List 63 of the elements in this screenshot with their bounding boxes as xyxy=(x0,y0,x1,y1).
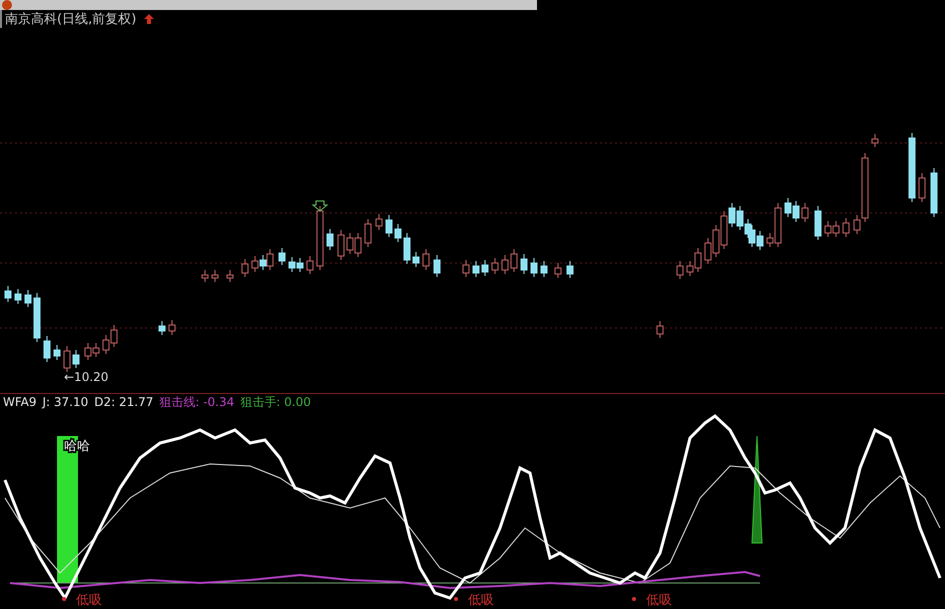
dot-icon xyxy=(62,597,66,601)
candlestick xyxy=(908,132,916,202)
candlestick xyxy=(376,214,382,230)
indicator-name: WFA9 xyxy=(3,395,37,409)
candlestick xyxy=(802,202,808,222)
candlestick xyxy=(226,270,234,282)
candlestick xyxy=(242,258,248,278)
indicator-reading: 狙击线: -0.34 xyxy=(159,394,234,410)
arrow-down-icon xyxy=(312,200,328,212)
indicator-reading: 狙击手: 0.00 xyxy=(240,394,311,410)
candlestick xyxy=(530,258,538,278)
candlestick xyxy=(510,248,518,272)
candlestick xyxy=(24,290,32,308)
candlestick xyxy=(520,254,528,274)
stock-title: 南京高科(日线,前复权) xyxy=(5,11,136,28)
candlestick xyxy=(34,292,40,342)
candlestick xyxy=(502,254,508,274)
candlestick xyxy=(306,256,314,274)
candlestick xyxy=(814,206,822,240)
indicator-reading: D2: 21.77 xyxy=(94,395,154,409)
indicator-reading: J: 37.10 xyxy=(42,395,88,409)
candlestick xyxy=(540,260,548,278)
candlestick xyxy=(14,288,22,304)
candlestick xyxy=(394,224,402,242)
candlestick xyxy=(566,260,574,278)
candlestick xyxy=(364,218,372,248)
candlestick xyxy=(44,336,50,362)
candlestick xyxy=(930,168,938,218)
candlestick xyxy=(212,270,218,282)
candlestick xyxy=(386,214,392,238)
candlestick xyxy=(656,320,664,338)
candlestick xyxy=(64,346,70,372)
candlestick xyxy=(462,260,470,278)
candlestick xyxy=(472,260,480,278)
candlestick xyxy=(4,286,12,302)
candlestick xyxy=(72,350,80,368)
candlestick xyxy=(434,254,440,278)
logo-icon xyxy=(2,0,12,10)
candlestick xyxy=(872,134,878,148)
buy-mark: 低吸 xyxy=(646,593,672,608)
candlestick xyxy=(54,344,60,360)
candlestick xyxy=(338,230,344,260)
candlestick xyxy=(842,218,850,238)
candlestick xyxy=(158,320,166,336)
candlestick xyxy=(918,172,926,202)
candlestick xyxy=(202,270,208,282)
candlestick xyxy=(168,320,176,336)
arrow-up-icon xyxy=(144,14,154,24)
candlestick xyxy=(412,252,420,268)
candlestick xyxy=(554,262,562,278)
candlestick xyxy=(404,232,410,264)
buy-mark: 低吸 xyxy=(76,593,102,608)
buy-mark: 低吸 xyxy=(468,593,494,608)
candlestick xyxy=(676,260,684,280)
candlestick xyxy=(492,258,498,274)
candlestick xyxy=(422,248,430,270)
candlestick xyxy=(482,260,488,276)
dot-icon xyxy=(632,597,636,601)
candlestick xyxy=(316,206,324,270)
low-price-label: ←10.20 xyxy=(64,370,108,384)
candlestick xyxy=(326,228,334,250)
candlestick xyxy=(278,248,286,266)
dot-icon xyxy=(454,597,458,601)
